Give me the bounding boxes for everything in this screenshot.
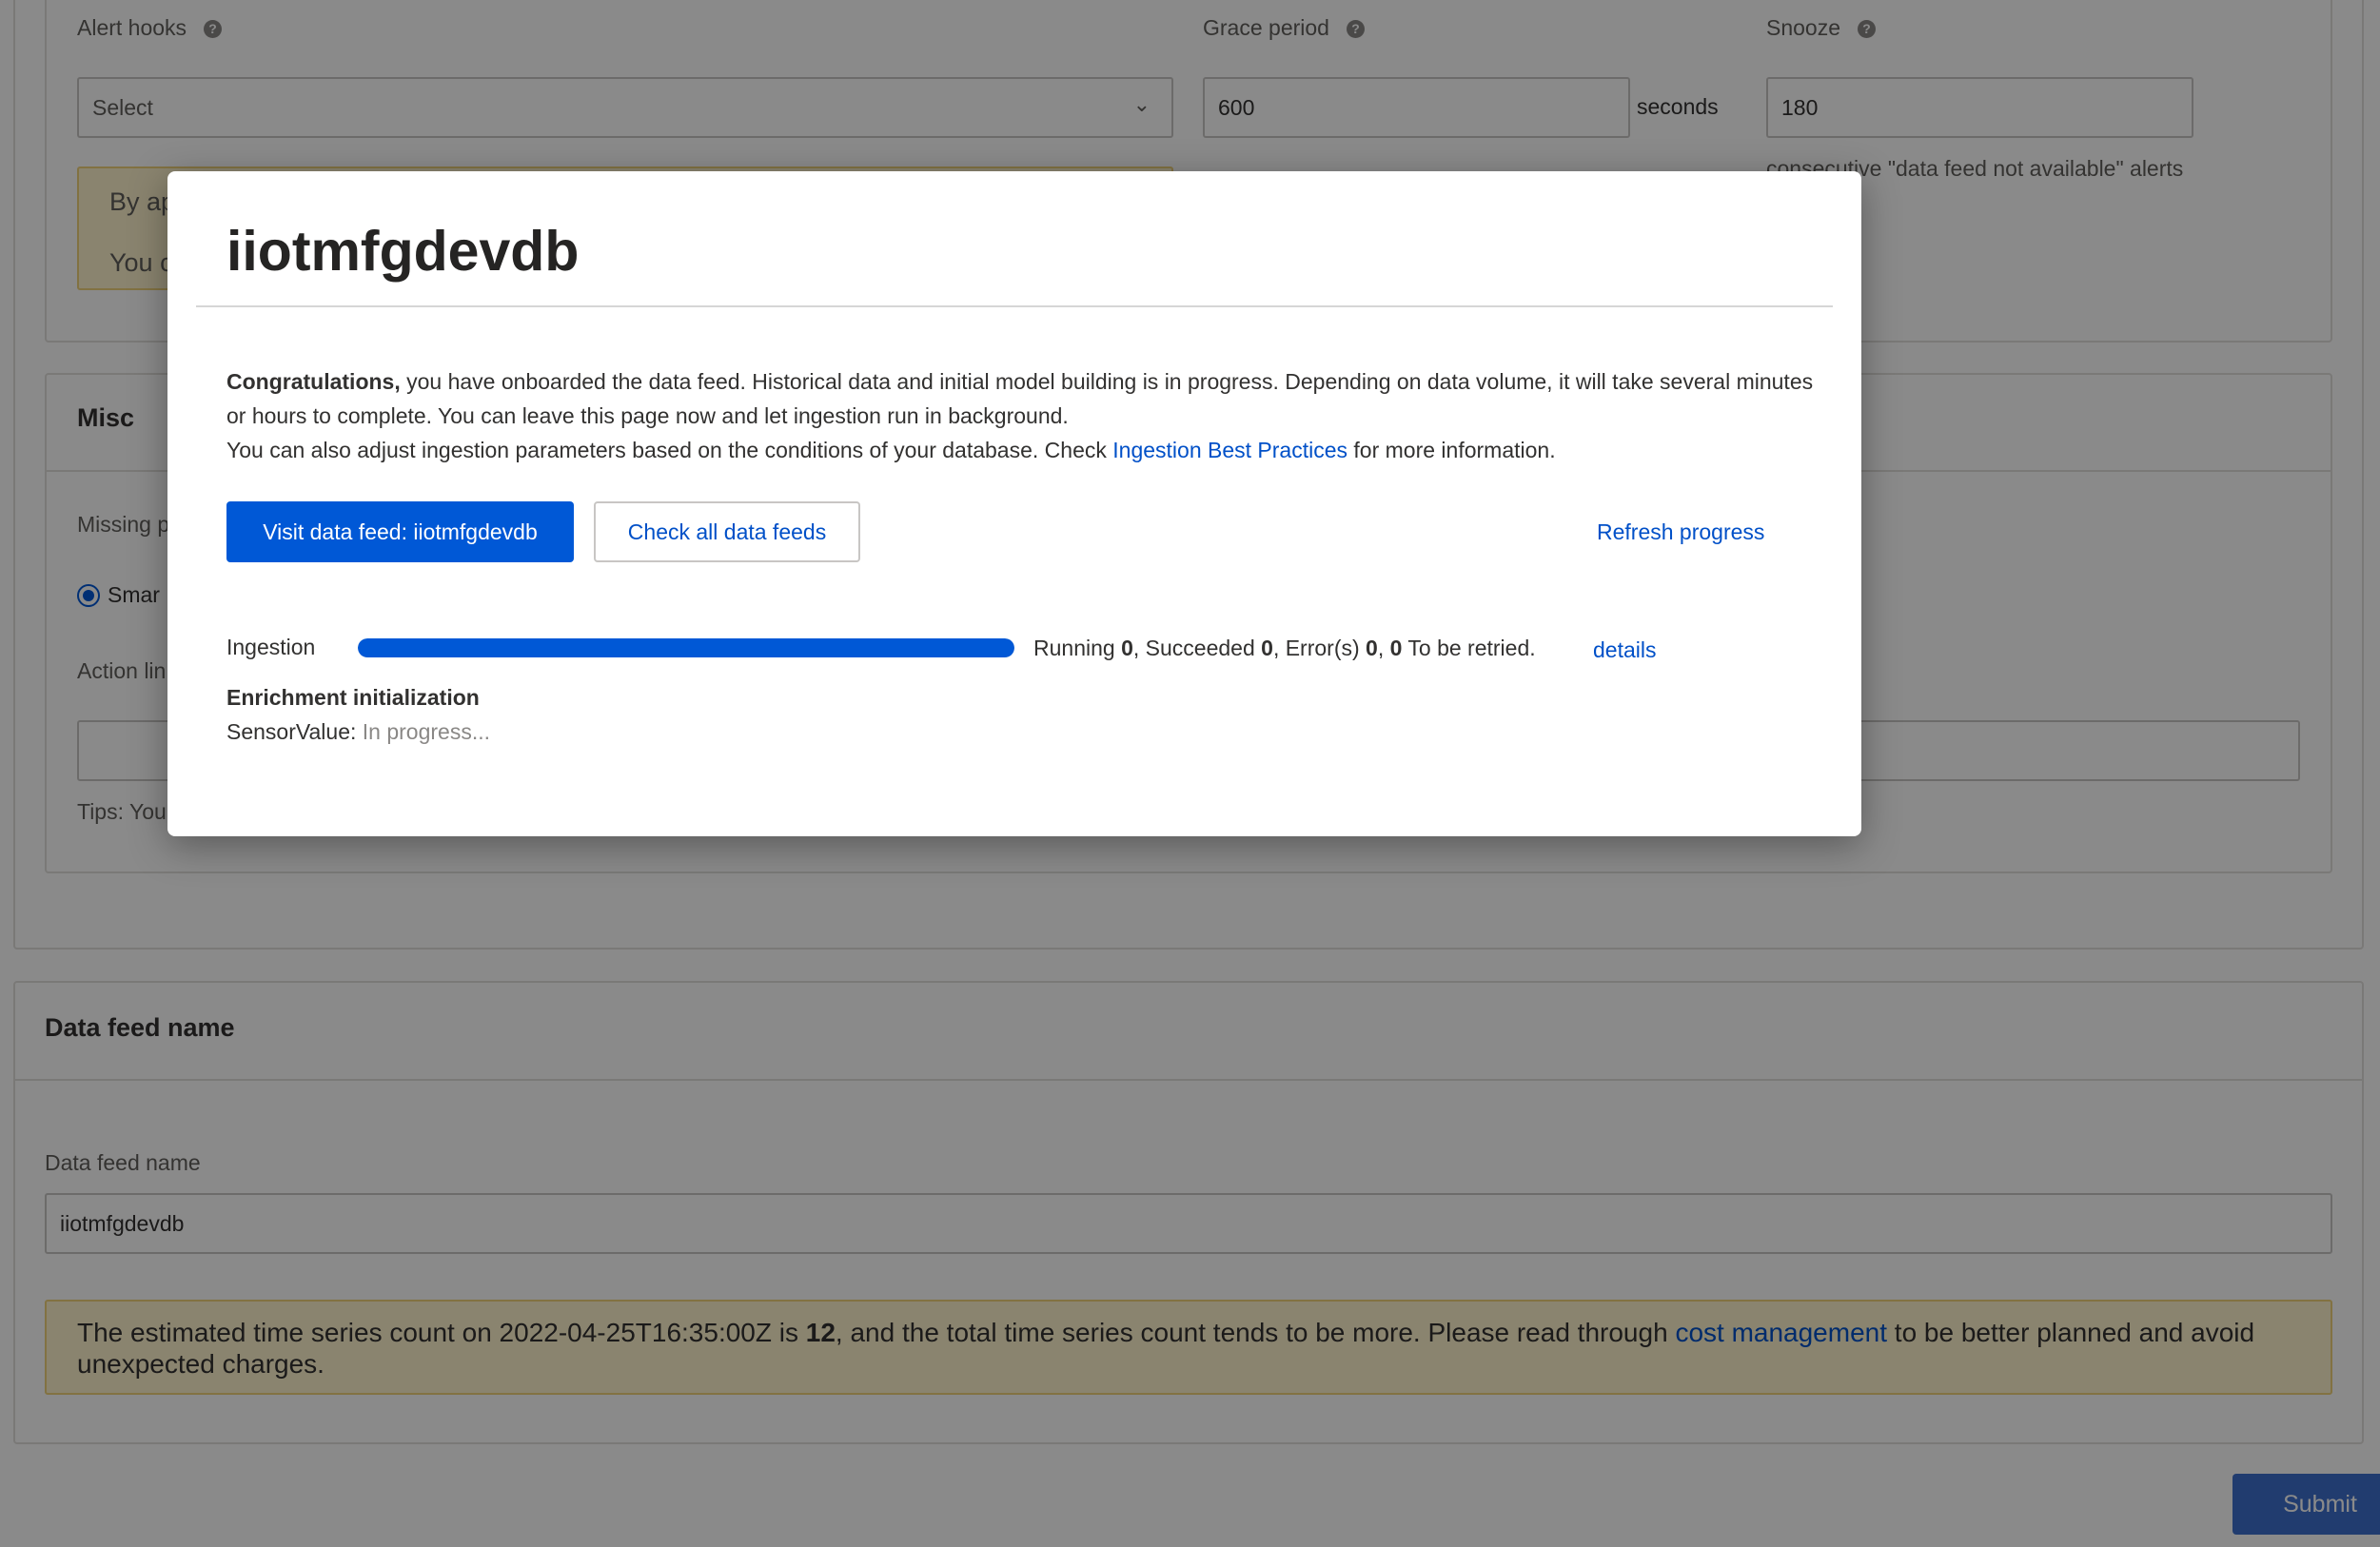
enrichment-title: Enrichment initialization xyxy=(226,685,480,710)
visit-data-feed-button[interactable]: Visit data feed: iiotmfgdevdb xyxy=(226,501,574,562)
dialog-title: iiotmfgdevdb xyxy=(226,220,580,283)
ingestion-status: Running 0, Succeeded 0, Error(s) 0, 0 To… xyxy=(1033,636,1536,660)
dialog-message: Congratulations, you have onboarded the … xyxy=(226,364,1825,467)
ingestion-best-practices-link[interactable]: Ingestion Best Practices xyxy=(1112,438,1347,462)
ingestion-label: Ingestion xyxy=(226,635,316,659)
refresh-progress-link[interactable]: Refresh progress xyxy=(1597,519,1764,545)
onboard-success-dialog: iiotmfgdevdb Congratulations, you have o… xyxy=(167,171,1861,836)
adjust-text: You can also adjust ingestion parameters… xyxy=(226,438,1556,462)
details-link[interactable]: details xyxy=(1593,637,1656,663)
enrichment-status: SensorValue: In progress... xyxy=(226,719,491,744)
ingestion-progress-bar xyxy=(358,638,1014,657)
dialog-divider xyxy=(196,305,1833,307)
check-all-data-feeds-button[interactable]: Check all data feeds xyxy=(594,501,860,562)
ingestion-progress-fill xyxy=(358,638,1014,657)
congrats-text: Congratulations, you have onboarded the … xyxy=(226,369,1814,428)
